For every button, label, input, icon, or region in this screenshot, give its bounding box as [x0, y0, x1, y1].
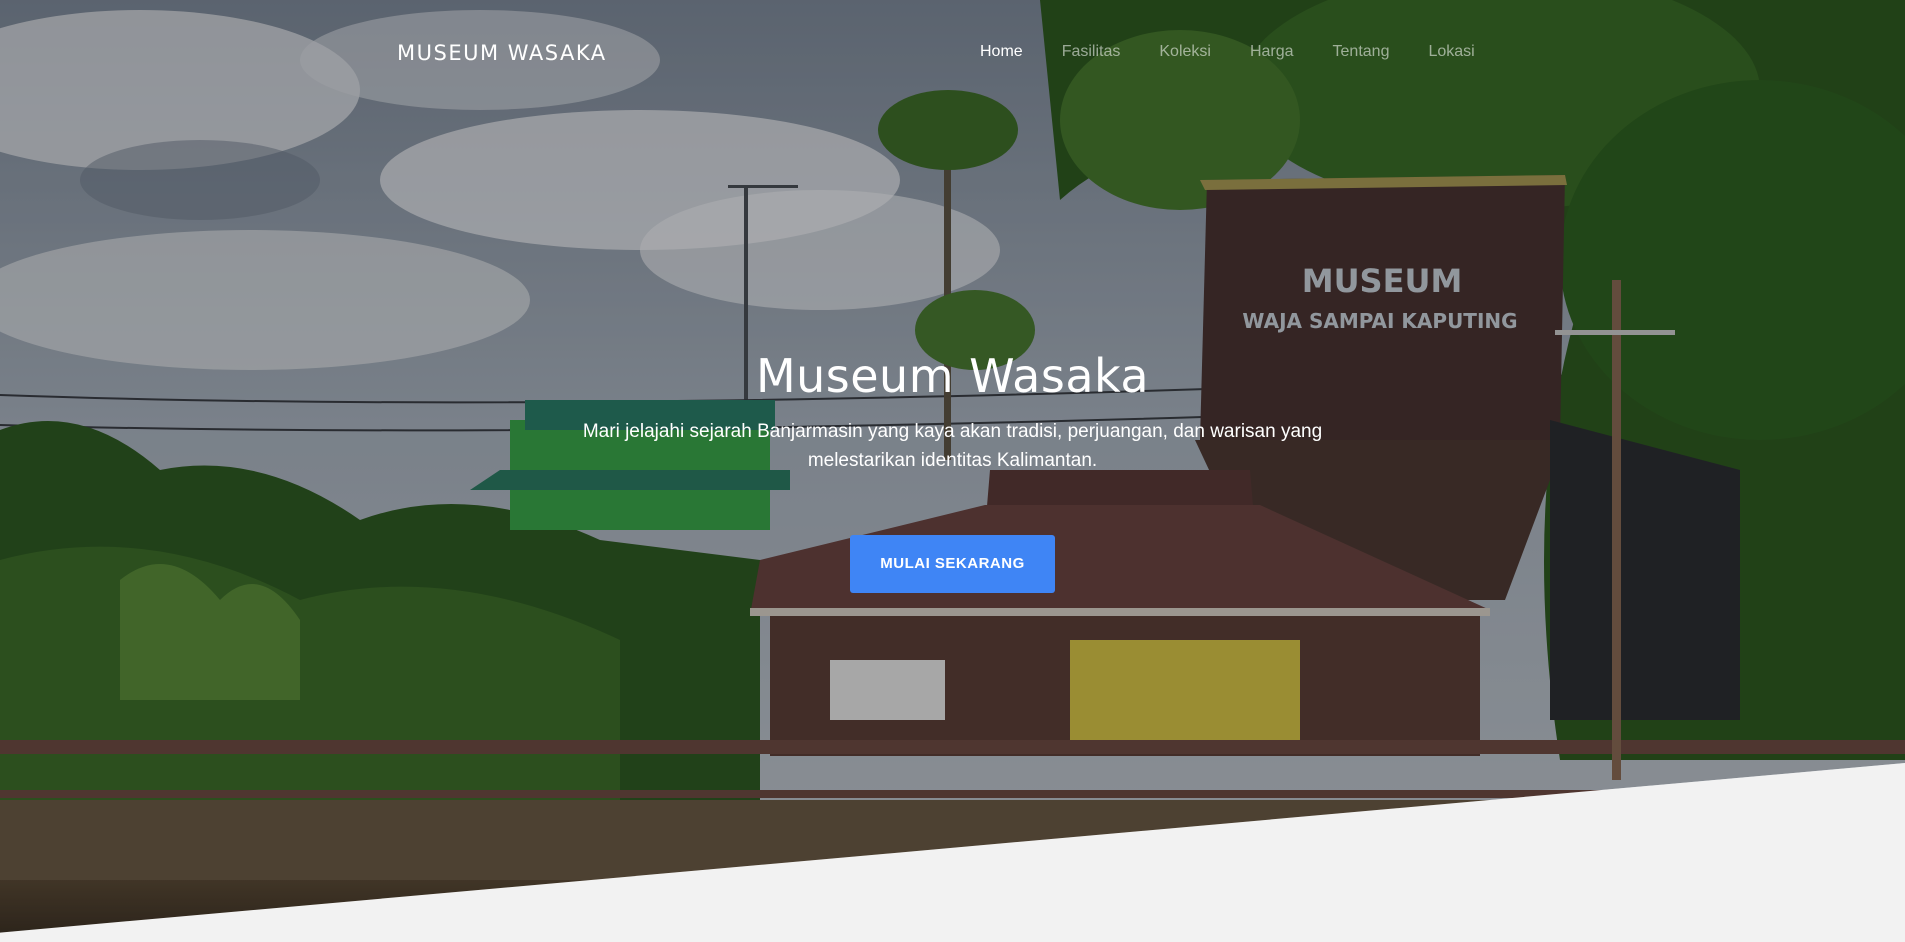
top-navbar: MUSEUM WASAKA Home Fasilitas Koleksi Har…	[0, 0, 1905, 104]
nav-menu: Home Fasilitas Koleksi Harga Tentang Lok…	[980, 43, 1514, 61]
nav-item-harga: Harga	[1250, 43, 1294, 61]
hero-subtitle: Mari jelajahi sejarah Banjarmasin yang k…	[582, 421, 1323, 471]
nav-link-fasilitas[interactable]: Fasilitas	[1062, 43, 1121, 60]
nav-link-home[interactable]: Home	[980, 43, 1023, 60]
nav-link-koleksi[interactable]: Koleksi	[1159, 43, 1211, 60]
hero-title: Museum Wasaka	[755, 349, 1150, 403]
nav-item-koleksi: Koleksi	[1159, 43, 1211, 61]
nav-link-tentang[interactable]: Tentang	[1333, 43, 1390, 60]
brand-logo-link[interactable]: MUSEUM WASAKA	[397, 41, 607, 65]
hero-content: Museum Wasaka Mari jelajahi sejarah Banj…	[0, 349, 1905, 593]
nav-item-tentang: Tentang	[1333, 43, 1390, 61]
nav-link-harga[interactable]: Harga	[1250, 43, 1294, 60]
nav-item-fasilitas: Fasilitas	[1062, 43, 1121, 61]
nav-item-lokasi: Lokasi	[1428, 43, 1474, 61]
nav-link-lokasi[interactable]: Lokasi	[1428, 43, 1474, 60]
hero-section: MUSEUM WAJA SAMPAI KAPUTING MUSEUM WASAK…	[0, 0, 1905, 942]
nav-item-home: Home	[980, 43, 1023, 61]
start-now-button[interactable]: MULAI SEKARANG	[850, 535, 1055, 593]
